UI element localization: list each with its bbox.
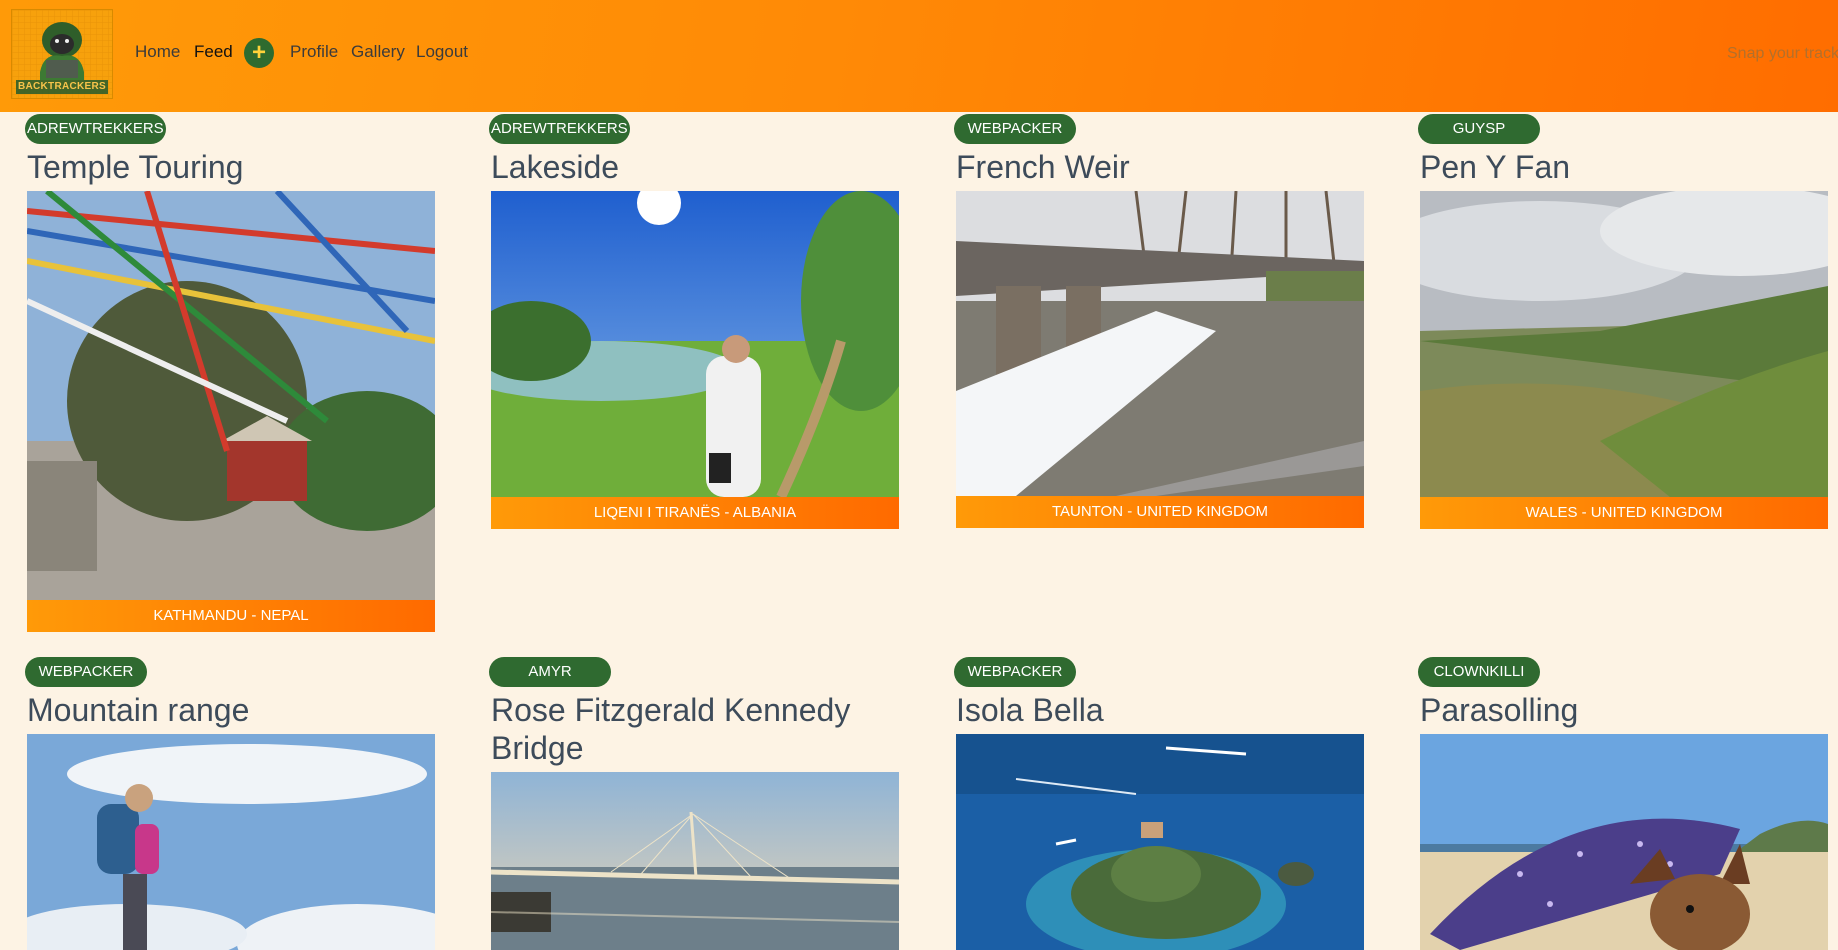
- add-post-button[interactable]: +: [244, 38, 274, 68]
- nav-gallery-link[interactable]: Gallery: [351, 42, 405, 62]
- backtrackers-logo[interactable]: BACKTRACKERS: [11, 9, 113, 99]
- post-photo[interactable]: [1420, 191, 1828, 497]
- post-photo[interactable]: [956, 734, 1364, 950]
- user-badge[interactable]: CLOWNKILLI: [1418, 657, 1540, 687]
- post-photo[interactable]: [491, 772, 899, 950]
- user-badge[interactable]: WEBPACKER: [25, 657, 147, 687]
- nav-profile-link[interactable]: Profile: [290, 42, 338, 62]
- location-label: KATHMANDU - NEPAL: [27, 600, 435, 632]
- post-photo[interactable]: [491, 191, 899, 497]
- location-label: LIQENI I TIRANËS - ALBANIA: [491, 497, 899, 529]
- location-label: WALES - UNITED KINGDOM: [1420, 497, 1828, 529]
- user-badge[interactable]: WEBPACKER: [954, 657, 1076, 687]
- post-title[interactable]: Temple Touring: [27, 148, 435, 186]
- post-photo[interactable]: [1420, 734, 1828, 950]
- post-photo[interactable]: [956, 191, 1364, 496]
- user-badge[interactable]: ADREWTREKKERS: [489, 114, 630, 144]
- user-badge[interactable]: ADREWTREKKERS: [25, 114, 166, 144]
- post-title[interactable]: Rose Fitzgerald Kennedy Bridge: [491, 691, 899, 767]
- navbar: BACKTRACKERS Home Feed + Profile Gallery…: [0, 0, 1838, 112]
- logo-text: BACKTRACKERS: [17, 81, 107, 92]
- nav-feed-link[interactable]: Feed: [194, 42, 233, 62]
- user-badge[interactable]: AMYR: [489, 657, 611, 687]
- user-badge[interactable]: WEBPACKER: [954, 114, 1076, 144]
- post-title[interactable]: French Weir: [956, 148, 1364, 186]
- post-photo[interactable]: [27, 734, 435, 950]
- post-title[interactable]: Mountain range: [27, 691, 435, 729]
- post-title[interactable]: Pen Y Fan: [1420, 148, 1828, 186]
- post-title[interactable]: Lakeside: [491, 148, 899, 186]
- tagline: Snap your track: [1727, 45, 1838, 62]
- nav-home-link[interactable]: Home: [135, 42, 180, 62]
- post-title[interactable]: Isola Bella: [956, 691, 1364, 729]
- post-photo[interactable]: [27, 191, 435, 600]
- post-title[interactable]: Parasolling: [1420, 691, 1828, 729]
- user-badge[interactable]: GUYSP: [1418, 114, 1540, 144]
- location-label: TAUNTON - UNITED KINGDOM: [956, 496, 1364, 528]
- nav-logout-link[interactable]: Logout: [416, 42, 468, 62]
